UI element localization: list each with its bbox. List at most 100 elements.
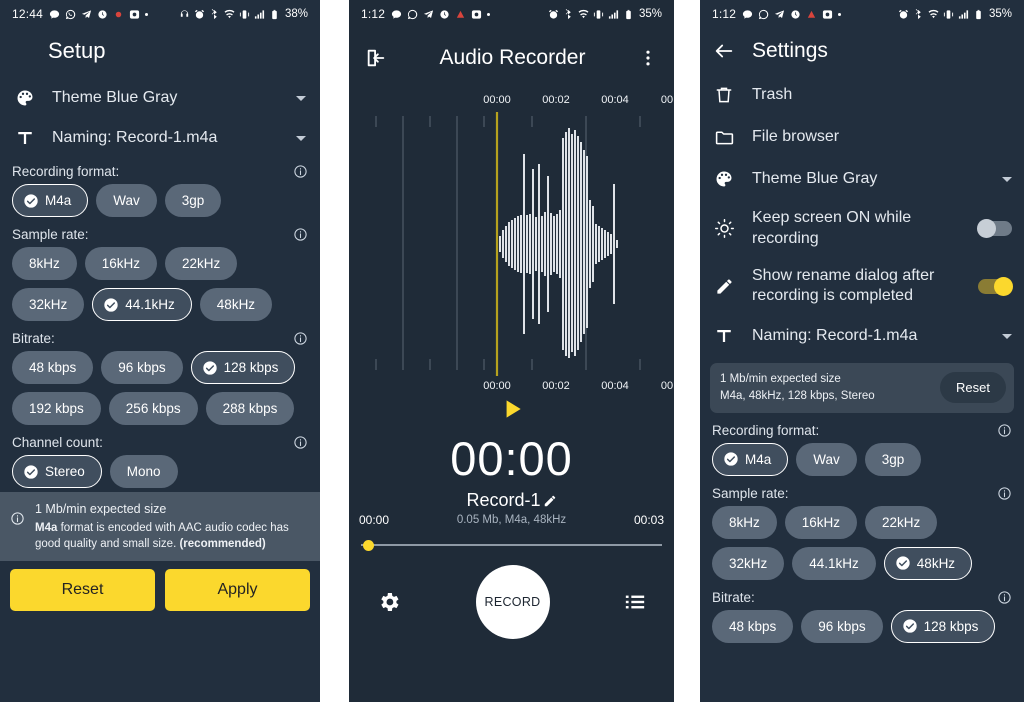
import-icon[interactable] — [365, 47, 387, 69]
chip-288kbps[interactable]: 288 kbps — [205, 392, 295, 425]
progress-knob[interactable] — [363, 540, 374, 551]
section-header-sample-rate: Sample rate: — [0, 221, 320, 247]
chip-group-sample-rate: 8kHz 16kHz 22kHz 32kHz 44.1kHz 48kHz — [700, 505, 1024, 584]
chip-32khz[interactable]: 32kHz — [12, 288, 85, 321]
chip-22khz[interactable]: 22kHz — [865, 505, 938, 539]
status-bar-time: 1:12 — [712, 7, 737, 21]
section-header-bitrate: Bitrate: — [0, 325, 320, 351]
battery-icon — [976, 9, 981, 19]
chip-256kbps[interactable]: 256 kbps — [108, 392, 198, 425]
info-icon — [10, 511, 25, 526]
info-icon[interactable] — [997, 590, 1012, 605]
settings-row-naming[interactable]: Naming: Record-1.m4a — [700, 315, 1024, 357]
recording-indicator-icon — [456, 10, 465, 18]
recommended-badge: (recommended) — [179, 538, 266, 551]
chip-label: 48kHz — [216, 297, 256, 312]
chip-128kbps[interactable]: 128 kbps — [190, 351, 296, 384]
chip-3gp[interactable]: 3gp — [864, 442, 922, 476]
signal-icon — [958, 9, 969, 19]
chip-441khz[interactable]: 44.1kHz — [792, 546, 876, 580]
chip-label: 44.1kHz — [125, 297, 175, 312]
chip-label: 3gp — [881, 451, 905, 467]
setup-panel: 12:44 38% Setup Theme Blue Gray Naming: … — [0, 0, 320, 702]
chip-48khz[interactable]: 48kHz — [883, 546, 973, 580]
play-icon[interactable] — [499, 396, 525, 422]
info-icon[interactable] — [997, 423, 1012, 438]
chip-48kbps[interactable]: 48 kbps — [12, 351, 94, 384]
record-name-label: Record-1 — [466, 490, 541, 510]
chip-label: 288 kbps — [222, 401, 278, 416]
chip-192kbps[interactable]: 192 kbps — [12, 392, 101, 425]
reset-button[interactable]: Reset — [940, 372, 1006, 404]
check-icon — [104, 297, 118, 312]
apply-button[interactable]: Apply — [165, 569, 310, 612]
reset-button[interactable]: Reset — [10, 569, 155, 612]
info-icon[interactable] — [293, 435, 308, 450]
chip-stereo[interactable]: Stereo — [12, 455, 102, 488]
status-bar-system-icons: 35% — [548, 8, 662, 20]
more-notifications-icon — [838, 12, 842, 16]
info-icon[interactable] — [293, 227, 308, 242]
chip-32khz[interactable]: 32kHz — [712, 546, 785, 580]
back-arrow-icon[interactable] — [712, 40, 736, 62]
chip-m4a[interactable]: M4a — [712, 442, 789, 476]
chip-m4a[interactable]: M4a — [12, 184, 89, 217]
chip-label: 48 kbps — [729, 618, 777, 634]
settings-row-theme[interactable]: Theme Blue Gray — [700, 158, 1024, 200]
bluetooth-icon — [915, 8, 921, 19]
status-bar-time: 12:44 — [12, 7, 44, 21]
chip-wav[interactable]: Wav — [96, 184, 157, 217]
chip-96kbps[interactable]: 96 kbps — [801, 609, 883, 643]
chip-128kbps[interactable]: 128 kbps — [890, 609, 996, 643]
chip-label: 128 kbps — [223, 360, 279, 375]
chevron-down-icon[interactable] — [1002, 176, 1012, 182]
records-list-icon[interactable] — [624, 591, 646, 613]
recording-timer: 00:00 — [450, 432, 573, 485]
settings-row-rename-dialog[interactable]: Show rename dialog after recording is co… — [700, 258, 1024, 316]
info-icon[interactable] — [293, 164, 308, 179]
text-format-icon — [14, 129, 36, 147]
waveform-view[interactable]: 00:00 00:02 00:04 00 00:00 00:02 00:04 0… — [349, 94, 674, 394]
gear-icon[interactable] — [377, 590, 401, 614]
chip-group-recording-format: M4a Wav 3gp — [0, 184, 320, 221]
edit-pencil-icon[interactable] — [543, 494, 557, 508]
info-icon[interactable] — [997, 486, 1012, 501]
chip-3gp[interactable]: 3gp — [164, 184, 222, 217]
telegram-icon — [775, 9, 785, 18]
toggle-knob — [977, 219, 996, 239]
chip-8khz[interactable]: 8kHz — [12, 247, 77, 280]
theme-selector-row[interactable]: Theme Blue Gray — [0, 78, 320, 118]
setup-sections: Recording format: M4a Wav 3gp Sample rat… — [0, 158, 320, 492]
playback-progress-slider[interactable] — [361, 539, 662, 551]
chip-16khz[interactable]: 16kHz — [84, 247, 158, 280]
chip-wav[interactable]: Wav — [796, 442, 857, 476]
chip-16khz[interactable]: 16kHz — [784, 505, 858, 539]
status-bar-system-icons: 35% — [898, 8, 1012, 20]
chip-22khz[interactable]: 22kHz — [165, 247, 238, 280]
chevron-down-icon[interactable] — [296, 95, 306, 101]
overflow-menu-icon[interactable] — [638, 48, 658, 68]
settings-row-file-browser[interactable]: File browser — [700, 116, 1024, 158]
rename-dialog-toggle[interactable] — [978, 276, 1013, 296]
expected-size-text: 1 Mb/min expected size — [35, 502, 167, 516]
settings-row-trash[interactable]: Trash — [700, 74, 1024, 116]
check-icon — [24, 193, 38, 208]
chevron-down-icon[interactable] — [296, 135, 306, 141]
info-icon[interactable] — [293, 331, 308, 346]
chip-mono[interactable]: Mono — [109, 455, 178, 488]
record-name-row[interactable]: Record-1 — [349, 490, 674, 511]
chip-48kbps[interactable]: 48 kbps — [712, 609, 794, 643]
chip-48khz[interactable]: 48kHz — [199, 288, 273, 321]
section-label: Channel count: — [12, 435, 103, 450]
chip-441khz[interactable]: 44.1kHz — [92, 288, 192, 321]
naming-selector-row[interactable]: Naming: Record-1.m4a — [0, 118, 320, 158]
section-header-sample-rate: Sample rate: — [700, 480, 1024, 506]
record-button[interactable]: RECORD — [475, 565, 550, 639]
status-bar: 12:44 38% — [0, 0, 320, 28]
keep-screen-on-toggle[interactable] — [977, 219, 1012, 239]
chip-8khz[interactable]: 8kHz — [712, 505, 777, 539]
chevron-down-icon[interactable] — [1002, 333, 1012, 339]
settings-row-keep-screen-on[interactable]: Keep screen ON while recording — [700, 200, 1024, 258]
chip-group-bitrate: 48 kbps 96 kbps 128 kbps 192 kbps 256 kb… — [0, 351, 320, 429]
chip-96kbps[interactable]: 96 kbps — [101, 351, 183, 384]
